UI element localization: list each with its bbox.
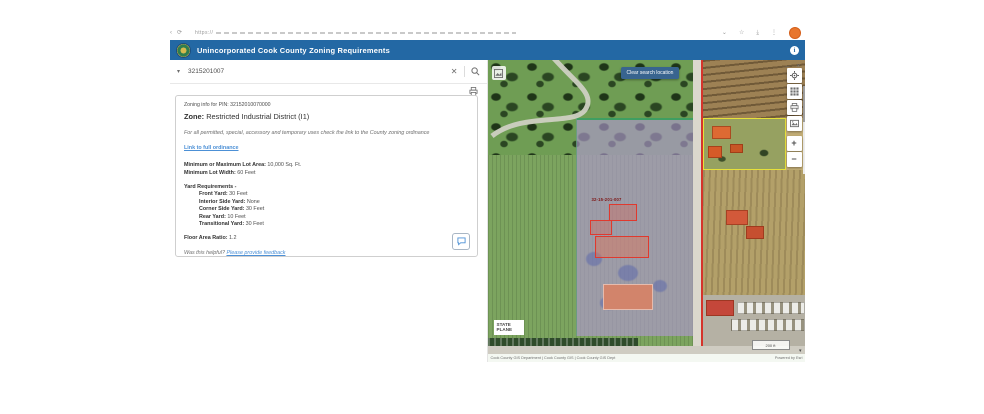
basemap-gallery-button[interactable]: [787, 84, 802, 99]
menu-icon[interactable]: ⋮: [771, 30, 777, 36]
print-map-button[interactable]: [787, 100, 802, 115]
map-view[interactable]: 32-15-201-007: [488, 60, 806, 362]
yard-requirements-list: Front Yard: 30 Feet Interior Side Yard: …: [199, 191, 469, 227]
clear-search-location-button[interactable]: Clear search location: [621, 67, 680, 79]
locate-button[interactable]: [787, 68, 802, 83]
search-source-chevron-icon[interactable]: ▾: [177, 68, 180, 75]
yard-item-interior-side: Interior Side Yard: None: [199, 199, 469, 205]
info-button[interactable]: i: [790, 46, 799, 55]
map-attribution: Cook County GIS Department | Cook County…: [488, 354, 806, 362]
results-panel: ▾ ✕ Zoning info for PIN: 32152010070000 …: [170, 60, 488, 362]
pin-line: Zoning info for PIN: 32152010070000: [184, 102, 469, 108]
refresh-icon[interactable]: ⟳: [177, 30, 182, 36]
address-bar[interactable]: https://: [195, 31, 714, 36]
yard-item-rear: Rear Yard: 10 Feet: [199, 214, 469, 220]
building-roof: [708, 146, 722, 158]
zoom-in-button[interactable]: +: [787, 136, 802, 151]
scale-bar: 200 ft: [752, 340, 790, 350]
clear-search-icon[interactable]: ✕: [451, 68, 458, 76]
overview-map-button[interactable]: [492, 66, 506, 80]
yard-item-corner-side: Corner Side Yard: 30 Feet: [199, 206, 469, 212]
search-divider: [464, 66, 465, 77]
field-right: [703, 170, 806, 295]
zoning-result-card: Zoning info for PIN: 32152010070000 Zone…: [175, 95, 478, 257]
state-plane-watermark: STATE PLANE: [494, 320, 524, 335]
adjacent-parcel-yellow-outline[interactable]: [703, 118, 786, 170]
building-roof: [730, 144, 743, 153]
feedback-button[interactable]: [452, 233, 470, 250]
search-icon[interactable]: [471, 67, 480, 76]
feedback-line: Was this helpful? Please provide feedbac…: [184, 250, 469, 256]
browser-chrome: ‹ ⟳ https:// ⌄ ☆ ⤓ ⋮: [170, 26, 805, 40]
hedge-row: [488, 338, 638, 346]
yard-requirements-header: Yard Requirements -: [184, 184, 469, 190]
map-canvas[interactable]: 32-15-201-007: [488, 60, 806, 354]
profile-avatar[interactable]: [789, 27, 801, 39]
building-roof: [712, 126, 731, 139]
building-roof: [746, 226, 764, 239]
building-roof: [726, 210, 748, 225]
search-input[interactable]: [188, 68, 445, 75]
building-footprint[interactable]: [595, 236, 649, 258]
download-icon[interactable]: ⤓: [756, 30, 759, 36]
ordinance-link[interactable]: Link to full ordinance: [184, 145, 239, 151]
zoning-app-window: Unincorporated Cook County Zoning Requir…: [170, 40, 805, 362]
zoom-out-button[interactable]: −: [787, 152, 802, 167]
lot-width-line: Minimum Lot Width: 60 Feet: [184, 170, 469, 176]
extension-icon[interactable]: ⌄: [722, 30, 727, 36]
url-blurred-text: [216, 32, 516, 34]
search-bar: ▾ ✕: [170, 60, 487, 84]
star-icon[interactable]: ☆: [739, 30, 744, 36]
attribution-sources: Cook County GIS Department | Cook County…: [491, 356, 616, 360]
building-roof: [706, 300, 734, 316]
yard-item-transitional: Transitional Yard: 30 Feet: [199, 221, 469, 227]
yard-item-front: Front Yard: 30 Feet: [199, 191, 469, 197]
back-icon[interactable]: ‹: [170, 30, 172, 36]
tree-shadow: [618, 265, 638, 281]
parcel-outline[interactable]: [609, 204, 637, 221]
parcel-outline[interactable]: [590, 220, 612, 235]
lot-area-line: Minimum or Maximum Lot Area: 10,000 Sq. …: [184, 162, 469, 168]
app-title: Unincorporated Cook County Zoning Requir…: [197, 46, 784, 55]
trailer-row: [737, 302, 805, 314]
floor-area-ratio-line: Floor Area Ratio: 1.2: [184, 235, 469, 241]
parcel-pin-label: 32-15-201-007: [592, 197, 622, 202]
building-roof: [603, 284, 653, 310]
app-header: Unincorporated Cook County Zoning Requir…: [170, 40, 805, 60]
trailer-row: [731, 319, 805, 331]
url-text: https://: [195, 30, 213, 36]
screenshot-button[interactable]: [787, 116, 802, 131]
zone-title: Zone: Restricted Industrial District (I1…: [184, 112, 469, 121]
feedback-link[interactable]: Please provide feedback: [226, 250, 285, 256]
tree-shadow: [653, 280, 667, 292]
cook-county-seal-logo: [176, 43, 191, 58]
attribution-esri: Powered by Esri: [775, 356, 803, 360]
